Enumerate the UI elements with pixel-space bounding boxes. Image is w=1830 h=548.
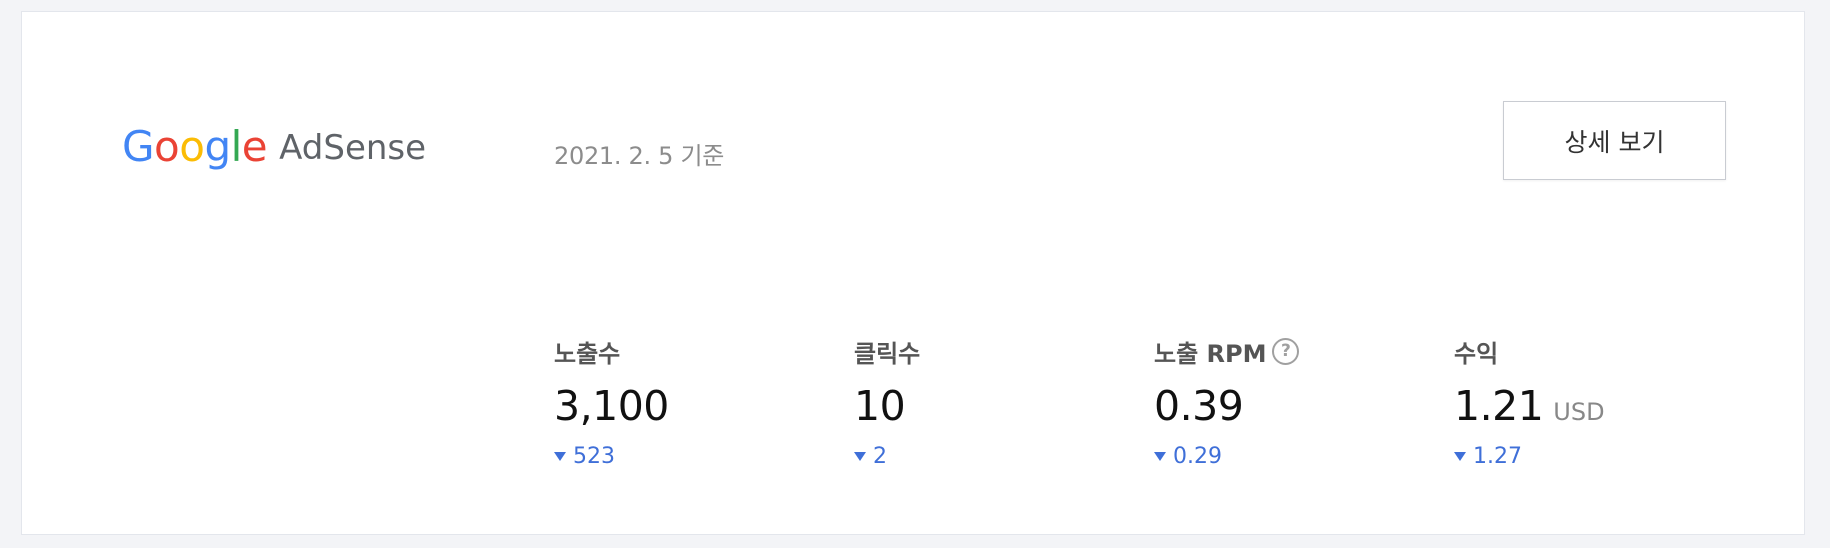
stat-label: 수익 bbox=[1454, 334, 1754, 368]
stat-value: 10 bbox=[854, 382, 1154, 430]
stats-row: 노출수 3,100 523 클릭수 10 2 노출 RPM ? 0.39 0.2… bbox=[554, 334, 1754, 469]
stat-value-number: 3,100 bbox=[554, 382, 669, 430]
stat-change: 1.27 bbox=[1454, 444, 1754, 469]
stat-clicks: 클릭수 10 2 bbox=[854, 334, 1154, 469]
stat-value-number: 0.39 bbox=[1154, 382, 1244, 430]
stat-impression-rpm: 노출 RPM ? 0.39 0.29 bbox=[1154, 334, 1454, 469]
stat-value: 3,100 bbox=[554, 382, 854, 430]
stat-change-value: 0.29 bbox=[1173, 444, 1222, 469]
triangle-down-icon bbox=[1454, 452, 1466, 461]
stat-change: 0.29 bbox=[1154, 444, 1454, 469]
stat-label: 노출수 bbox=[554, 334, 854, 368]
logo-letter: g bbox=[204, 122, 231, 171]
stat-impressions: 노출수 3,100 523 bbox=[554, 334, 854, 469]
stat-change-value: 523 bbox=[573, 444, 615, 469]
stat-label: 노출 RPM ? bbox=[1154, 334, 1454, 368]
stat-label-text: 노출 RPM bbox=[1154, 339, 1267, 368]
stat-label-text: 클릭수 bbox=[854, 339, 921, 368]
logo-letter: o bbox=[154, 122, 180, 171]
stat-value: 0.39 bbox=[1154, 382, 1454, 430]
google-adsense-logo: G o o g l e AdSense bbox=[122, 118, 426, 168]
stat-label-text: 노출수 bbox=[554, 339, 621, 368]
logo-letter: l bbox=[230, 122, 243, 171]
view-details-button[interactable]: 상세 보기 bbox=[1503, 101, 1726, 180]
stat-revenue: 수익 1.21 USD 1.27 bbox=[1454, 334, 1754, 469]
logo-letter: G bbox=[122, 122, 155, 171]
logo-product-name: AdSense bbox=[279, 127, 427, 168]
triangle-down-icon bbox=[554, 452, 566, 461]
triangle-down-icon bbox=[1154, 452, 1166, 461]
stat-label: 클릭수 bbox=[854, 334, 1154, 368]
stat-value-number: 1.21 bbox=[1454, 382, 1544, 430]
stat-change: 523 bbox=[554, 444, 854, 469]
logo-letter: e bbox=[241, 122, 268, 171]
logo-letter: o bbox=[179, 122, 205, 171]
stat-change-value: 2 bbox=[873, 444, 887, 469]
stat-change: 2 bbox=[854, 444, 1154, 469]
stat-change-value: 1.27 bbox=[1473, 444, 1522, 469]
stat-value-number: 10 bbox=[854, 382, 906, 430]
question-circle-icon[interactable]: ? bbox=[1272, 337, 1300, 365]
stat-label-text: 수익 bbox=[1454, 339, 1499, 368]
triangle-down-icon bbox=[854, 452, 866, 461]
stat-value: 1.21 USD bbox=[1454, 382, 1754, 430]
stat-value-unit: USD bbox=[1553, 398, 1605, 426]
report-date: 2021. 2. 5 기준 bbox=[554, 142, 725, 170]
adsense-summary-card: G o o g l e AdSense 2021. 2. 5 기준 상세 보기 … bbox=[21, 11, 1805, 535]
